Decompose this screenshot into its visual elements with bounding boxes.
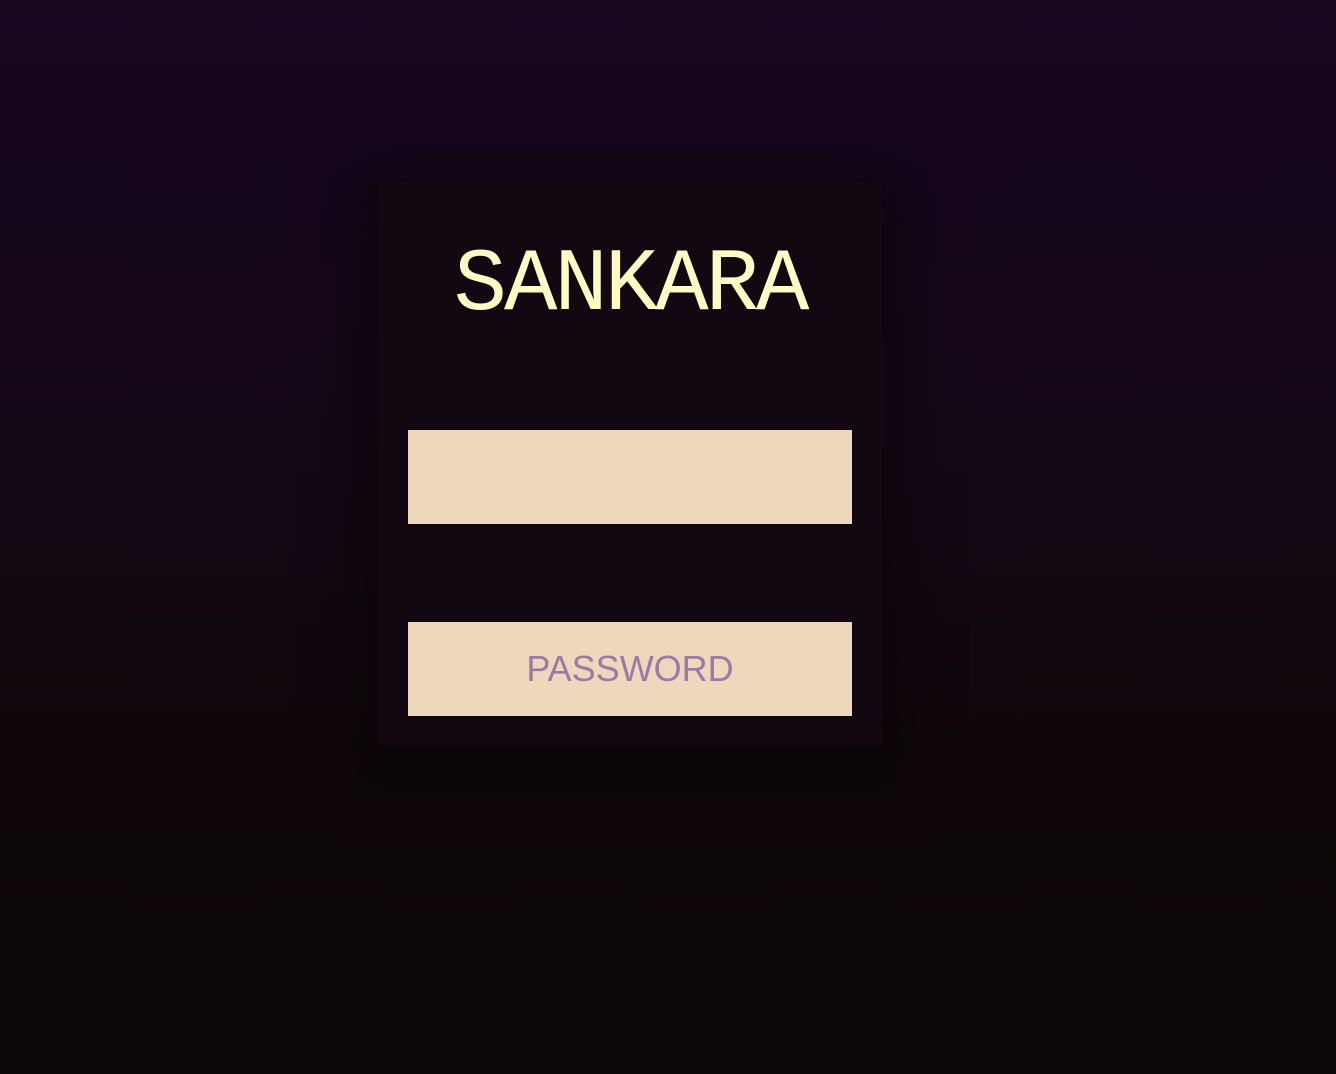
password-field[interactable] bbox=[408, 622, 852, 716]
brand-title: SANKARA bbox=[453, 235, 810, 336]
username-field[interactable] bbox=[408, 430, 852, 524]
login-card: SANKARA bbox=[378, 183, 882, 745]
